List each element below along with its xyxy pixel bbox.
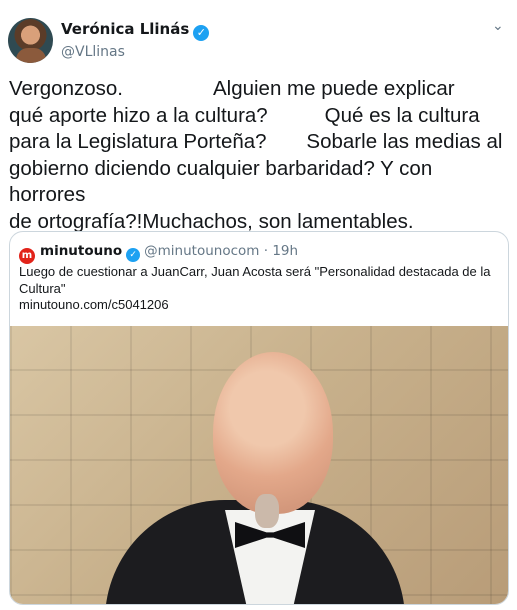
photo-head (213, 352, 333, 514)
quoted-timestamp[interactable]: 19h (272, 243, 298, 259)
tweet-card: Verónica Llinás ✓ @VLlinas ⌄ Vergonzoso. … (0, 0, 517, 610)
author-info[interactable]: Verónica Llinás ✓ @VLlinas (61, 20, 210, 61)
meta-separator: · (263, 243, 269, 259)
quoted-tweet-photo[interactable] (10, 326, 508, 604)
quoted-tweet-header: m minutouno ✓ @minutounocom · 19h (19, 242, 298, 264)
quoted-author-handle[interactable]: @minutounocom (144, 243, 259, 259)
quoted-tweet-body: Luego de cuestionar a JuanCarr, Juan Aco… (19, 264, 499, 314)
chevron-down-icon[interactable]: ⌄ (492, 19, 504, 33)
author-name[interactable]: Verónica Llinás (61, 20, 189, 38)
verified-badge-icon: ✓ (193, 25, 210, 41)
quoted-tweet[interactable]: m minutouno ✓ @minutounocom · 19h Luego de … (9, 231, 509, 605)
quoted-tweet-link[interactable]: minutouno.com/c5041206 (19, 297, 499, 314)
author-avatar[interactable] (8, 18, 53, 63)
author-handle[interactable]: @VLlinas (61, 43, 209, 61)
photo-beard (255, 494, 279, 528)
minutouno-logo[interactable]: m (19, 248, 35, 264)
tweet-header: Verónica Llinás ✓ @VLlinas ⌄ (8, 14, 508, 64)
quoted-tweet-text: Luego de cuestionar a JuanCarr, Juan Aco… (19, 264, 491, 296)
verified-badge-icon: ✓ (126, 248, 141, 262)
tweet-text: Vergonzoso. Alguien me puede explicar qu… (9, 77, 503, 233)
quoted-author-name[interactable]: minutouno (40, 243, 122, 259)
